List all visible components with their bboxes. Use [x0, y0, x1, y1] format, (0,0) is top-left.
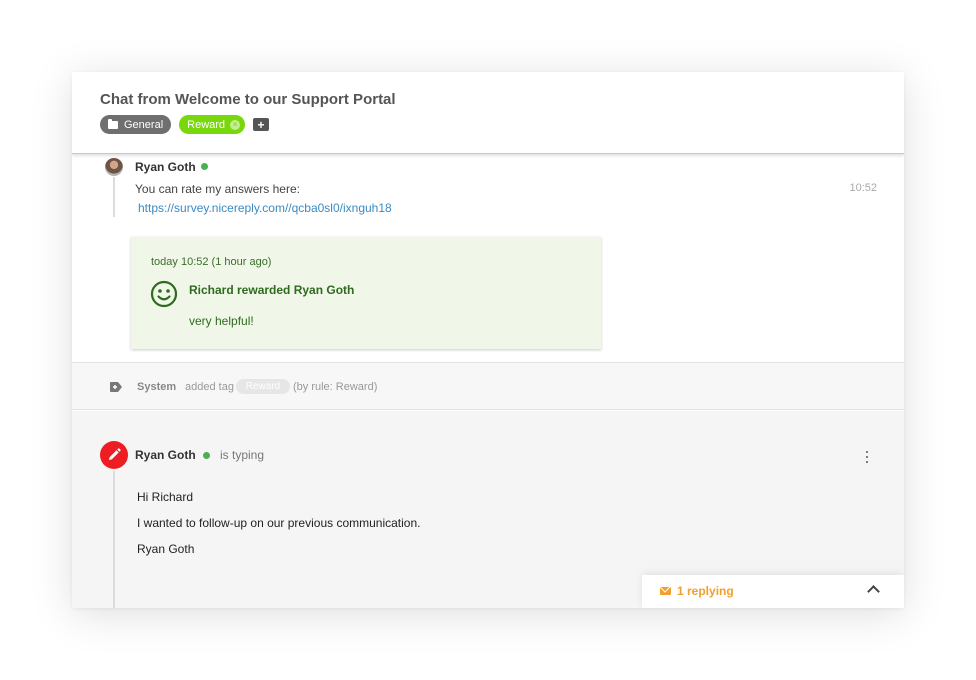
- reward-note: very helpful!: [189, 314, 254, 328]
- chat-panel: Chat from Welcome to our Support Portal …: [72, 72, 904, 608]
- online-status-dot: [203, 452, 210, 459]
- chevron-up-icon[interactable]: [867, 585, 880, 598]
- system-event-row: System added tag Reward (by rule: Reward…: [72, 362, 904, 410]
- tag-reward[interactable]: Reward ×: [179, 115, 246, 134]
- draft-line: Ryan Goth: [137, 542, 195, 556]
- typing-status: is typing: [220, 448, 265, 462]
- draft-line: I wanted to follow-up on our previous co…: [137, 516, 421, 530]
- more-options-icon[interactable]: [865, 451, 869, 463]
- tag-list: General Reward × +: [100, 115, 270, 134]
- message-text: You can rate my answers here:: [135, 182, 300, 196]
- replying-bar[interactable]: 1 replying: [642, 575, 904, 608]
- tag-icon: [110, 382, 122, 392]
- survey-link[interactable]: https://survey.nicereply.com//qcba0sl0/i…: [138, 201, 392, 215]
- tag-label: Reward: [187, 118, 226, 131]
- draft-line: Hi Richard: [137, 490, 194, 504]
- message-author: Ryan Goth: [135, 160, 196, 174]
- thread-line: [113, 471, 115, 608]
- reward-title: Richard rewarded Ryan Goth: [189, 283, 355, 297]
- add-tag-icon[interactable]: +: [253, 118, 270, 131]
- avatar: [100, 441, 128, 469]
- reward-timestamp: today 10:52 (1 hour ago): [151, 256, 272, 268]
- system-actor: System: [137, 381, 177, 393]
- pencil-icon: [109, 448, 121, 460]
- chat-header: Chat from Welcome to our Support Portal …: [72, 72, 904, 154]
- tag-label: General: [124, 118, 164, 131]
- replying-count: 1 replying: [677, 584, 734, 598]
- smile-icon: [150, 280, 178, 308]
- avatar: [105, 158, 123, 176]
- folder-icon: [108, 118, 118, 129]
- reply-editor[interactable]: Hi Richard I wanted to follow-up on our …: [137, 490, 420, 568]
- thread-line: [113, 177, 115, 217]
- online-status-dot: [201, 163, 208, 170]
- system-tag-badge: Reward: [236, 379, 290, 394]
- page-title: Chat from Welcome to our Support Portal: [100, 91, 396, 108]
- system-rule: (by rule: Reward): [293, 381, 378, 393]
- close-icon[interactable]: ×: [230, 119, 241, 130]
- tag-general[interactable]: General: [100, 115, 172, 134]
- mail-icon: [660, 587, 671, 595]
- composer-author: Ryan Goth: [135, 448, 196, 462]
- reward-card: today 10:52 (1 hour ago) Richard rewarde…: [131, 237, 601, 349]
- system-action: added tag: [185, 381, 234, 393]
- message-timestamp: 10:52: [849, 182, 877, 194]
